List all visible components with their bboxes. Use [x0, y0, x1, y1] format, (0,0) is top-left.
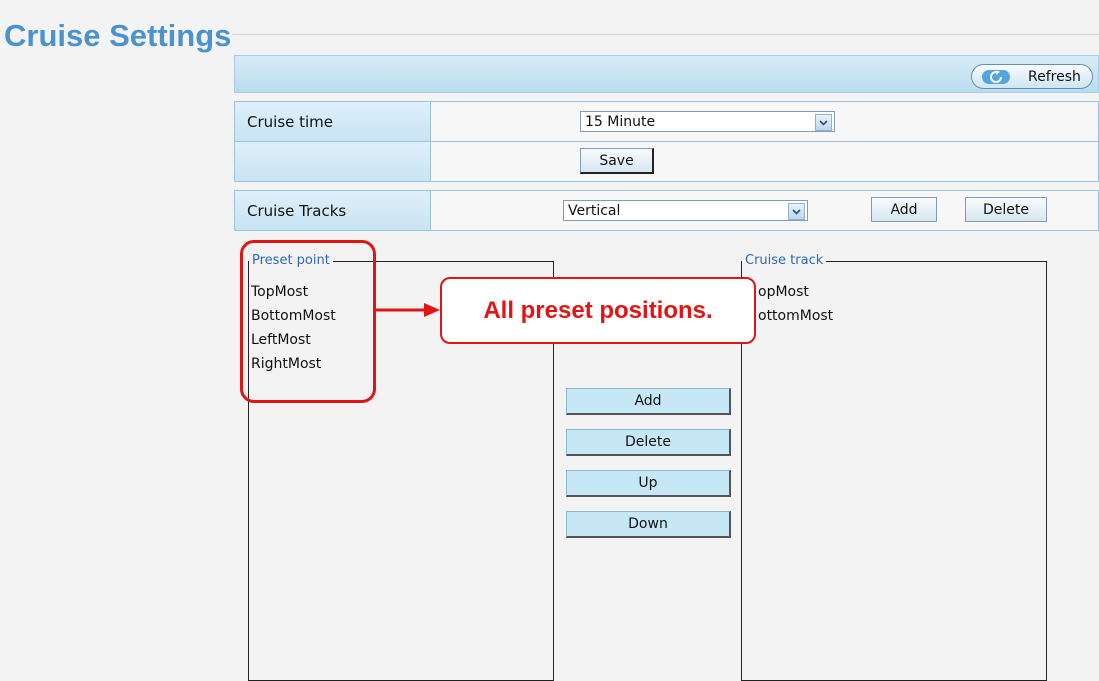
add-track-button[interactable]: Add [871, 197, 937, 222]
move-down-button[interactable]: Down [566, 511, 731, 538]
preset-highlight-box [240, 240, 376, 403]
cruise-time-select[interactable]: 15 Minute [580, 111, 835, 132]
arrow-right-icon [376, 303, 440, 317]
cruise-track-panel [741, 261, 1047, 681]
cruise-tracks-select[interactable]: Vertical [563, 200, 808, 221]
refresh-button[interactable]: Refresh [971, 64, 1093, 89]
refresh-label: Refresh [1028, 68, 1081, 85]
refresh-icon [982, 69, 1010, 84]
delete-from-track-button[interactable]: Delete [566, 429, 731, 456]
cruise-tracks-value: Vertical [568, 202, 621, 219]
save-button[interactable]: Save [580, 148, 654, 174]
cruise-time-label: Cruise time [235, 102, 431, 141]
track-item-bottommost[interactable]: ottomMost [758, 308, 833, 324]
toolbar [234, 55, 1099, 93]
cruise-tracks-label: Cruise Tracks [235, 191, 431, 230]
title-divider [232, 34, 1099, 35]
move-up-button[interactable]: Up [566, 470, 731, 497]
page-title: Cruise Settings [4, 18, 232, 53]
track-item-topmost[interactable]: opMost [758, 284, 809, 300]
delete-track-button[interactable]: Delete [965, 197, 1047, 222]
chevron-down-icon [815, 114, 832, 131]
cruise-time-value: 15 Minute [585, 113, 656, 130]
cruise-track-legend: Cruise track [742, 253, 827, 268]
annotation-callout: All preset positions. [440, 277, 756, 344]
chevron-down-icon [788, 203, 805, 220]
empty-label-cell [235, 142, 431, 181]
add-to-track-button[interactable]: Add [566, 388, 731, 415]
